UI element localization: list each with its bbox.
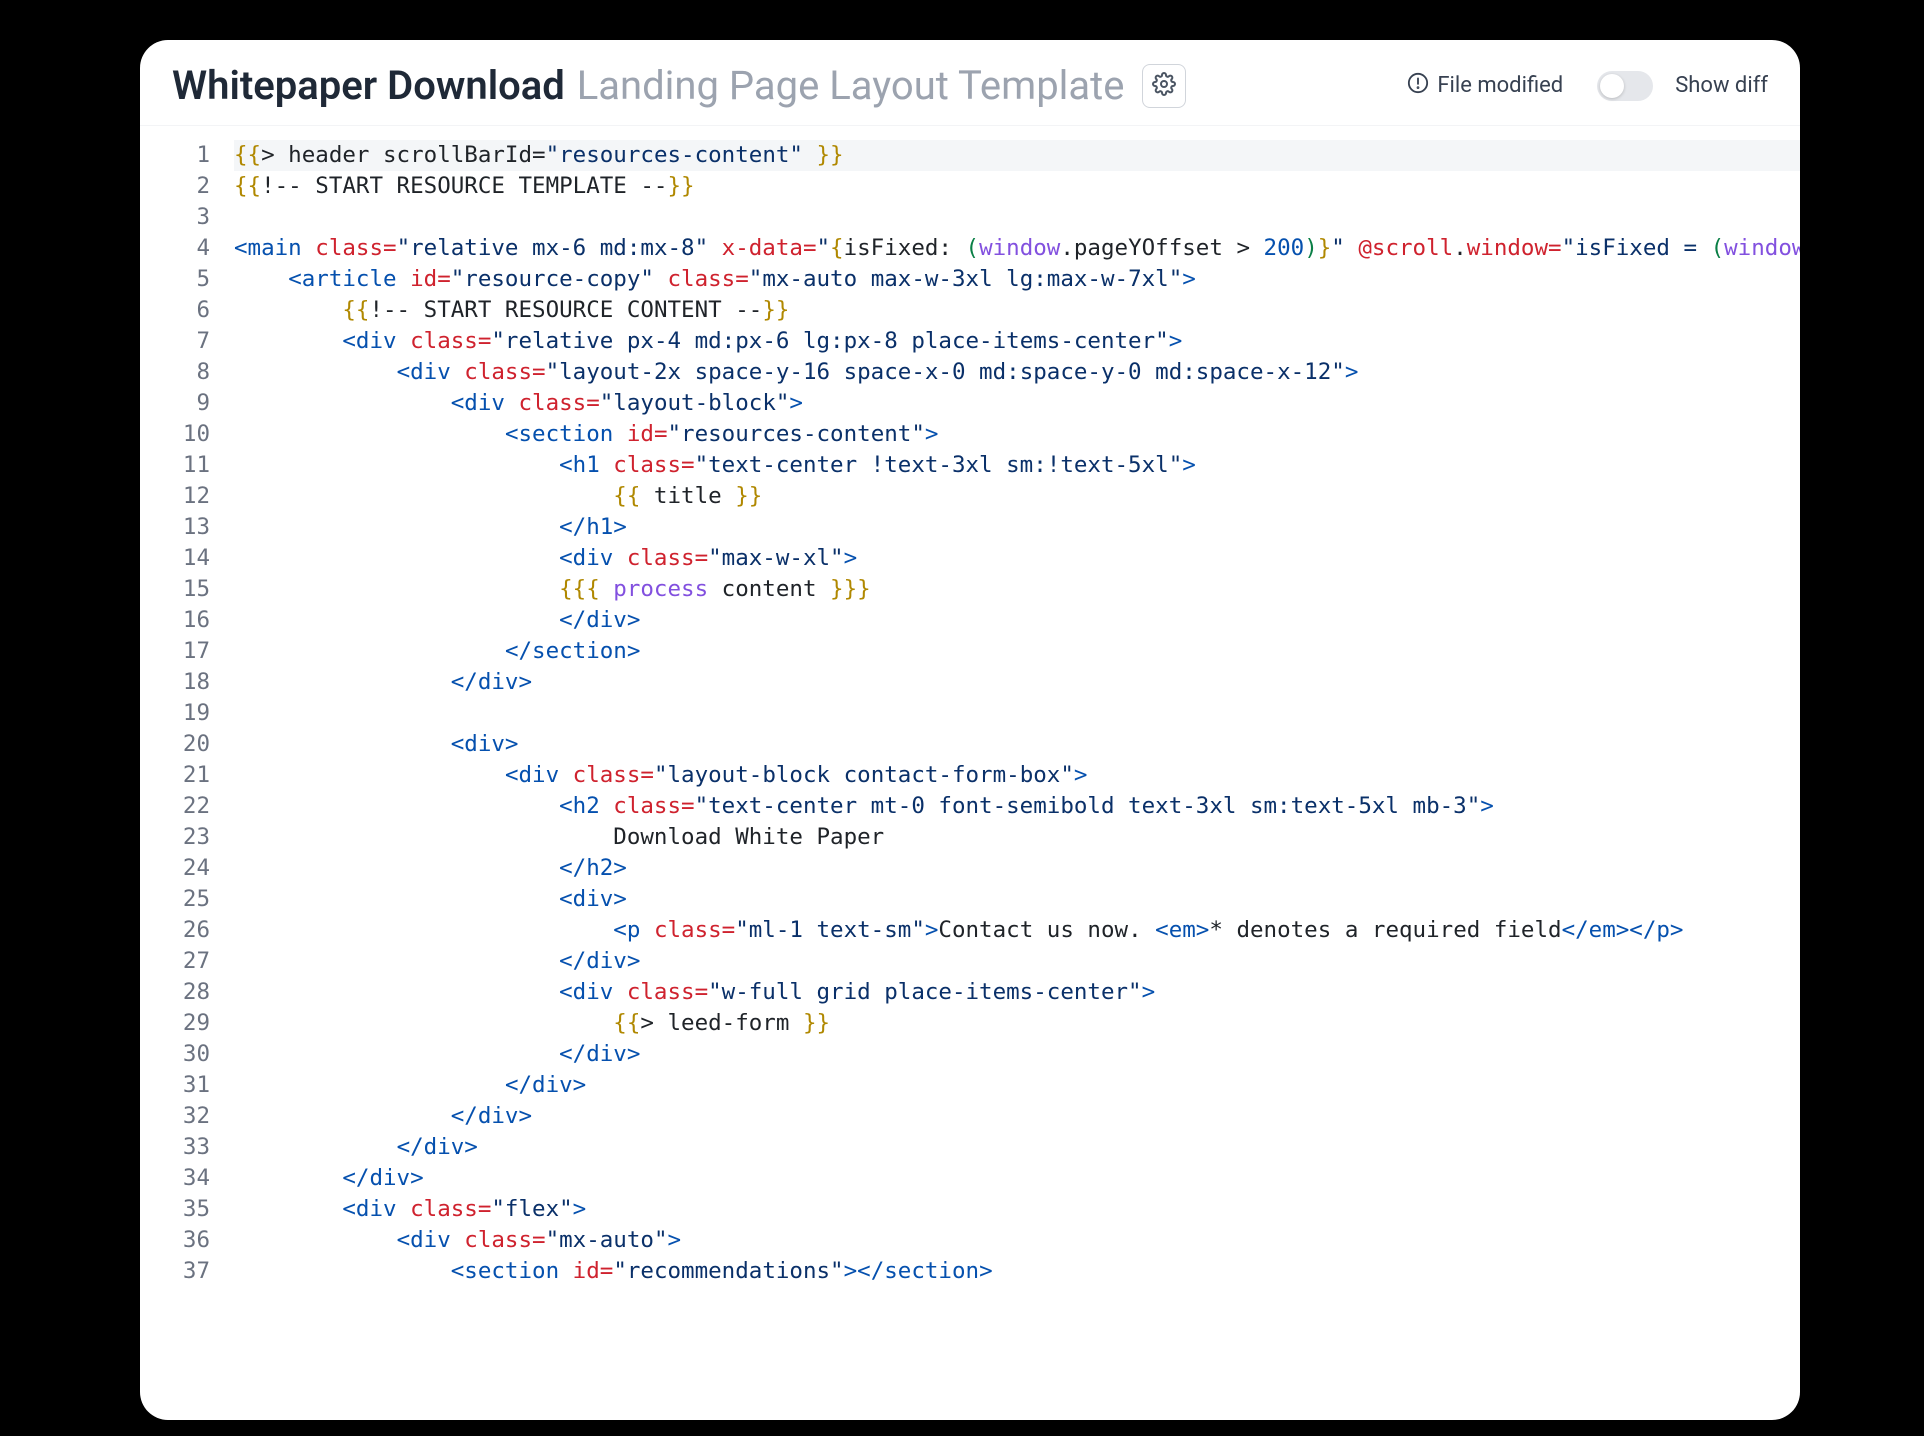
line-number: 30 bbox=[140, 1039, 210, 1070]
line-number: 37 bbox=[140, 1256, 210, 1287]
file-modified-status: File modified bbox=[1407, 72, 1563, 100]
code-line[interactable]: <p class="ml-1 text-sm">Contact us now. … bbox=[234, 915, 1800, 946]
code-line[interactable]: <div class="max-w-xl"> bbox=[234, 543, 1800, 574]
panel-header: Whitepaper Download Landing Page Layout … bbox=[140, 40, 1800, 125]
code-line[interactable]: {{!-- START RESOURCE TEMPLATE --}} bbox=[234, 171, 1800, 202]
status-text: File modified bbox=[1437, 73, 1563, 98]
line-number: 36 bbox=[140, 1225, 210, 1256]
code-line[interactable]: </section> bbox=[234, 636, 1800, 667]
code-line[interactable]: <div class="layout-block"> bbox=[234, 388, 1800, 419]
line-number: 2 bbox=[140, 171, 210, 202]
code-line[interactable]: </h2> bbox=[234, 853, 1800, 884]
code-line[interactable]: </div> bbox=[234, 1163, 1800, 1194]
code-line[interactable] bbox=[234, 698, 1800, 729]
line-number: 18 bbox=[140, 667, 210, 698]
line-number: 10 bbox=[140, 419, 210, 450]
code-line[interactable] bbox=[234, 202, 1800, 233]
panel-title-main: Whitepaper Download bbox=[172, 62, 565, 109]
show-diff-toggle[interactable] bbox=[1597, 71, 1653, 101]
code-line[interactable]: <div class="layout-block contact-form-bo… bbox=[234, 760, 1800, 791]
line-number: 33 bbox=[140, 1132, 210, 1163]
line-number-gutter: 1234567891011121314151617181920212223242… bbox=[140, 126, 224, 1420]
line-number: 1 bbox=[140, 140, 210, 171]
show-diff-label: Show diff bbox=[1675, 73, 1768, 98]
code-line[interactable]: <main class="relative mx-6 md:mx-8" x-da… bbox=[234, 233, 1800, 264]
code-line[interactable]: {{ title }} bbox=[234, 481, 1800, 512]
line-number: 13 bbox=[140, 512, 210, 543]
line-number: 4 bbox=[140, 233, 210, 264]
code-line[interactable]: <div class="flex"> bbox=[234, 1194, 1800, 1225]
line-number: 17 bbox=[140, 636, 210, 667]
code-line[interactable]: <div> bbox=[234, 729, 1800, 760]
gear-icon bbox=[1152, 72, 1176, 99]
code-line[interactable]: {{{ process content }}} bbox=[234, 574, 1800, 605]
line-number: 31 bbox=[140, 1070, 210, 1101]
code-line[interactable]: </div> bbox=[234, 1070, 1800, 1101]
line-number: 25 bbox=[140, 884, 210, 915]
line-number: 15 bbox=[140, 574, 210, 605]
line-number: 23 bbox=[140, 822, 210, 853]
line-number: 12 bbox=[140, 481, 210, 512]
editor-panel: Whitepaper Download Landing Page Layout … bbox=[140, 40, 1800, 1420]
settings-button[interactable] bbox=[1142, 64, 1186, 108]
code-area[interactable]: {{> header scrollBarId="resources-conten… bbox=[224, 126, 1800, 1420]
code-line[interactable]: </div> bbox=[234, 1039, 1800, 1070]
code-line[interactable]: <div class="mx-auto"> bbox=[234, 1225, 1800, 1256]
code-line[interactable]: </div> bbox=[234, 1132, 1800, 1163]
line-number: 24 bbox=[140, 853, 210, 884]
line-number: 5 bbox=[140, 264, 210, 295]
code-line[interactable]: </div> bbox=[234, 605, 1800, 636]
line-number: 14 bbox=[140, 543, 210, 574]
line-number: 20 bbox=[140, 729, 210, 760]
code-line[interactable]: <article id="resource-copy" class="mx-au… bbox=[234, 264, 1800, 295]
code-line[interactable]: <section id="recommendations"></section> bbox=[234, 1256, 1800, 1287]
line-number: 22 bbox=[140, 791, 210, 822]
line-number: 27 bbox=[140, 946, 210, 977]
line-number: 11 bbox=[140, 450, 210, 481]
line-number: 3 bbox=[140, 202, 210, 233]
line-number: 9 bbox=[140, 388, 210, 419]
toggle-knob bbox=[1600, 74, 1624, 98]
panel-title-sub: Landing Page Layout Template bbox=[577, 62, 1125, 109]
line-number: 19 bbox=[140, 698, 210, 729]
code-line[interactable]: Download White Paper bbox=[234, 822, 1800, 853]
line-number: 28 bbox=[140, 977, 210, 1008]
line-number: 32 bbox=[140, 1101, 210, 1132]
code-line[interactable]: {{!-- START RESOURCE CONTENT --}} bbox=[234, 295, 1800, 326]
line-number: 16 bbox=[140, 605, 210, 636]
code-line[interactable]: </div> bbox=[234, 667, 1800, 698]
code-line[interactable]: </div> bbox=[234, 1101, 1800, 1132]
line-number: 29 bbox=[140, 1008, 210, 1039]
code-line[interactable]: </h1> bbox=[234, 512, 1800, 543]
code-line[interactable]: <h2 class="text-center mt-0 font-semibol… bbox=[234, 791, 1800, 822]
line-number: 7 bbox=[140, 326, 210, 357]
line-number: 34 bbox=[140, 1163, 210, 1194]
code-line[interactable]: {{> header scrollBarId="resources-conten… bbox=[234, 140, 1800, 171]
line-number: 26 bbox=[140, 915, 210, 946]
code-line[interactable]: <h1 class="text-center !text-3xl sm:!tex… bbox=[234, 450, 1800, 481]
line-number: 35 bbox=[140, 1194, 210, 1225]
line-number: 8 bbox=[140, 357, 210, 388]
alert-icon bbox=[1407, 72, 1429, 100]
code-line[interactable]: <div class="w-full grid place-items-cent… bbox=[234, 977, 1800, 1008]
stage: Whitepaper Download Landing Page Layout … bbox=[0, 0, 1924, 1436]
code-line[interactable]: <div class="layout-2x space-y-16 space-x… bbox=[234, 357, 1800, 388]
line-number: 6 bbox=[140, 295, 210, 326]
code-line[interactable]: <div> bbox=[234, 884, 1800, 915]
line-number: 21 bbox=[140, 760, 210, 791]
code-editor[interactable]: 1234567891011121314151617181920212223242… bbox=[140, 125, 1800, 1420]
code-line[interactable]: <div class="relative px-4 md:px-6 lg:px-… bbox=[234, 326, 1800, 357]
code-line[interactable]: {{> leed-form }} bbox=[234, 1008, 1800, 1039]
code-line[interactable]: <section id="resources-content"> bbox=[234, 419, 1800, 450]
code-line[interactable]: </div> bbox=[234, 946, 1800, 977]
